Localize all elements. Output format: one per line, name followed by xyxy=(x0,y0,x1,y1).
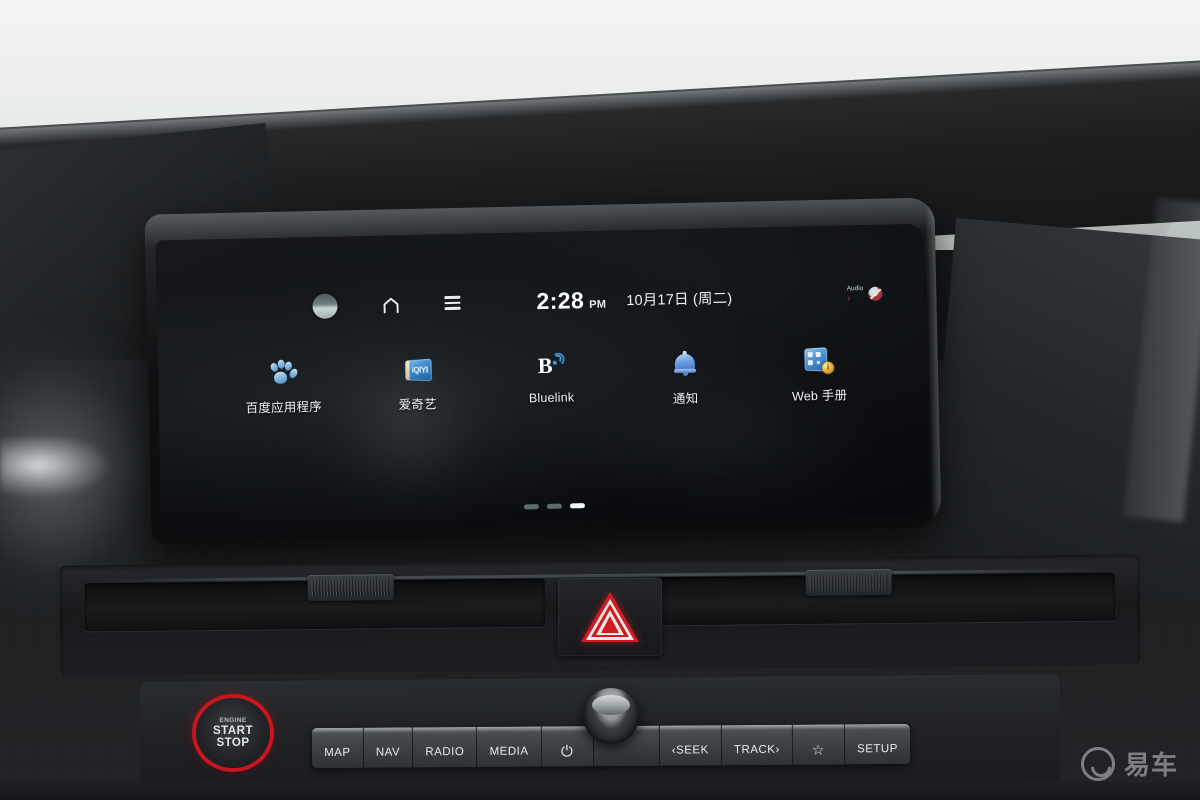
status-bar-right-group: Audio ♪ xyxy=(846,285,883,303)
app-label: 爱奇艺 xyxy=(398,397,437,413)
track-button[interactable]: TRACK› xyxy=(721,724,794,766)
app-tile-bluelink[interactable]: B Bluelink xyxy=(507,351,596,411)
paw-icon xyxy=(267,357,300,388)
volume-knob[interactable] xyxy=(583,688,639,744)
hazard-warning-triangle-icon xyxy=(581,592,639,642)
setup-button[interactable]: SETUP xyxy=(844,723,911,765)
web-manual-badge: i xyxy=(821,361,835,374)
car-infotainment-scene: 2:28 PM 10月17日 (周二) Audio ♪ 百度应用程序 iQIYI… xyxy=(0,0,1200,800)
engine-start-stop-button[interactable]: ENGINE START STOP xyxy=(196,698,270,768)
power-button[interactable]: ⏻ xyxy=(541,726,594,767)
clock-time: 2:28 xyxy=(536,286,585,314)
app-tile-iqiyi[interactable]: iQIYI 爱奇艺 xyxy=(373,354,462,414)
watermark-logo-icon xyxy=(1080,746,1115,781)
iqiyi-icon-text: iQIYI xyxy=(411,364,428,375)
menu-line xyxy=(444,307,461,310)
bluelink-dot xyxy=(552,360,557,365)
watermark-text: 易车 xyxy=(1123,750,1178,780)
audio-note-icon: ♪ xyxy=(846,293,851,303)
status-bar-left-group xyxy=(312,290,461,319)
audio-mute-icon[interactable] xyxy=(868,286,883,301)
left-vent-control-fin[interactable] xyxy=(307,574,394,602)
radio-button[interactable]: RADIO xyxy=(413,726,478,768)
console-lower-trim xyxy=(0,782,1200,800)
app-label: 通知 xyxy=(672,391,699,407)
menu-line xyxy=(444,301,461,305)
audio-label: Audio xyxy=(846,285,864,293)
user-avatar[interactable] xyxy=(312,292,338,319)
app-label: Bluelink xyxy=(528,390,575,406)
bluelink-icon: B xyxy=(535,351,568,382)
home-icon[interactable] xyxy=(381,296,400,313)
menu-icon[interactable] xyxy=(444,296,461,310)
nav-button[interactable]: NAV xyxy=(363,727,414,768)
date-display: 10月17日 (周二) xyxy=(626,290,733,309)
app-label: 百度应用程序 xyxy=(245,399,322,416)
hazard-light-button[interactable] xyxy=(558,578,662,656)
seek-button[interactable]: ‹SEEK xyxy=(659,725,722,766)
page-dot-active[interactable] xyxy=(569,503,585,509)
page-dot[interactable] xyxy=(546,503,562,509)
status-bar: 2:28 PM 10月17日 (周二) Audio ♪ xyxy=(156,276,925,327)
right-vent-control-fin[interactable] xyxy=(805,568,892,596)
map-button[interactable]: MAP xyxy=(311,727,364,769)
app-tile-baidu[interactable]: 百度应用程序 xyxy=(239,357,328,417)
page-dot[interactable] xyxy=(523,504,539,510)
app-label: Web 手册 xyxy=(791,388,848,404)
clock: 2:28 PM xyxy=(536,286,606,315)
audio-status: Audio ♪ xyxy=(846,285,864,303)
touchscreen[interactable]: 2:28 PM 10月17日 (周二) Audio ♪ 百度应用程序 iQIYI… xyxy=(155,223,930,533)
app-tile-web-manual[interactable]: i Web 手册 xyxy=(775,345,864,405)
menu-line xyxy=(444,296,461,299)
hanging-trim-ornament xyxy=(0,438,110,498)
start-stop-line2: START xyxy=(213,725,253,737)
web-manual-icon: i xyxy=(803,346,836,377)
media-button[interactable]: MEDIA xyxy=(477,726,542,767)
favorite-button[interactable]: ☆ xyxy=(792,724,846,765)
bluelink-icon-letter: B xyxy=(537,352,553,379)
clock-ampm: PM xyxy=(589,298,607,311)
start-stop-line3: STOP xyxy=(216,737,250,749)
start-stop-line1: ENGINE xyxy=(219,717,247,724)
app-tile-notifications[interactable]: 通知 xyxy=(641,348,730,408)
watermark: 易车 xyxy=(1080,745,1178,782)
infotainment-display[interactable]: 2:28 PM 10月17日 (周二) Audio ♪ 百度应用程序 iQIYI… xyxy=(144,197,942,545)
iqiyi-icon: iQIYI xyxy=(401,354,434,385)
bell-icon xyxy=(669,349,702,380)
